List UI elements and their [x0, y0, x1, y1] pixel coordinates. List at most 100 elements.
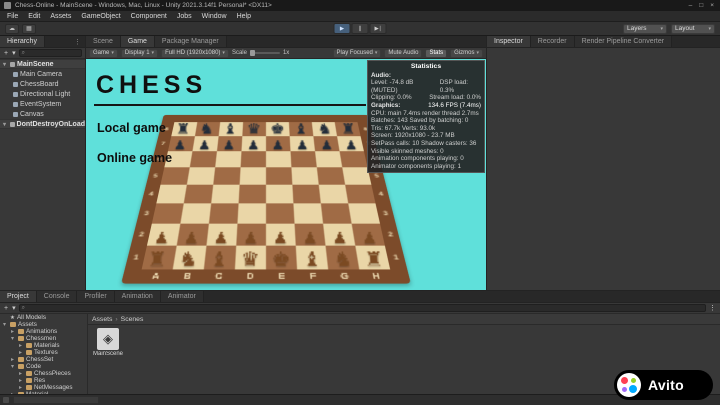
white-p-piece[interactable]: ♟: [184, 229, 200, 247]
close-button[interactable]: ×: [710, 0, 714, 11]
white-p-piece[interactable]: ♟: [154, 229, 170, 247]
hierarchy-item-canvas[interactable]: Canvas: [0, 109, 85, 119]
tab-inspector[interactable]: Inspector: [487, 36, 531, 47]
hierarchy-scene-mainscene[interactable]: ▾ MainScene: [0, 59, 85, 69]
menu-file[interactable]: File: [2, 11, 23, 22]
folder-netmessages[interactable]: ▸ NetMessages: [0, 384, 87, 391]
folder-materials[interactable]: ▸ Materials: [0, 342, 87, 349]
hierarchy-item-main-camera[interactable]: Main Camera: [0, 69, 85, 79]
play-focused-dropdown[interactable]: Play Focused ▾: [332, 48, 382, 58]
game-content[interactable]: CHESS ♜ ♞ ♝ ♛ ♚ ♝ ♞ ♜ ♟ ♟ ♟ ♟ ♟ ♟ ♟ ♟ ♟ ♟ ♟ ♟ ♟ ♟ ♟ ♟ ♜ ♞ ♝ ♛ ♚ ♝ ♞ ♜ A…: [86, 59, 486, 290]
hierarchy-scene-dontdestroyonload[interactable]: ▾ DontDestroyOnLoad: [0, 119, 85, 129]
white-p-piece[interactable]: ♟: [273, 229, 288, 247]
white-p-piece[interactable]: ♟: [362, 229, 378, 247]
foldout-icon[interactable]: ▾: [11, 335, 16, 342]
white-n-piece[interactable]: ♞: [179, 249, 199, 272]
tab-animation[interactable]: Animation: [114, 291, 161, 302]
foldout-icon[interactable]: ▸: [19, 384, 24, 391]
layers-dropdown[interactable]: Layers ▾: [623, 23, 667, 34]
breadcrumb-current[interactable]: Scenes: [121, 316, 144, 323]
folder-code[interactable]: ▾ Code: [0, 363, 87, 370]
status-message[interactable]: [13, 396, 99, 404]
step-button[interactable]: ▶∣: [369, 23, 387, 34]
black-r-piece[interactable]: ♜: [341, 121, 356, 137]
tab-hierarchy[interactable]: Hierarchy: [0, 36, 45, 47]
foldout-icon[interactable]: ▸: [19, 349, 24, 356]
pause-button[interactable]: ∥: [351, 23, 369, 34]
foldout-icon[interactable]: ▾: [3, 121, 8, 128]
black-p-piece[interactable]: ♟: [272, 138, 285, 152]
black-k-piece[interactable]: ♚: [271, 121, 286, 137]
white-b-piece[interactable]: ♝: [210, 249, 229, 272]
hierarchy-item-chessboard[interactable]: ChessBoard: [0, 79, 85, 89]
folder-chessmen[interactable]: ▾ Chessmen: [0, 335, 87, 342]
black-p-piece[interactable]: ♟: [174, 138, 187, 152]
hierarchy-item-directional-light[interactable]: Directional Light: [0, 89, 85, 99]
white-r-piece[interactable]: ♜: [147, 249, 167, 272]
mute-audio-button[interactable]: Mute Audio: [384, 48, 423, 58]
breadcrumb-root[interactable]: Assets: [92, 316, 112, 323]
black-p-piece[interactable]: ♟: [247, 138, 260, 152]
tab-game[interactable]: Game: [120, 36, 155, 47]
black-q-piece[interactable]: ♛: [247, 121, 262, 137]
tab-console[interactable]: Console: [36, 291, 78, 302]
grid-icon[interactable]: ▦: [22, 23, 36, 34]
black-n-piece[interactable]: ♞: [318, 121, 333, 137]
menu-gameobject[interactable]: GameObject: [76, 11, 125, 22]
add-object-button[interactable]: +: [3, 49, 9, 58]
add-asset-button[interactable]: +: [3, 304, 9, 313]
white-p-piece[interactable]: ♟: [332, 229, 348, 247]
console-status-icon[interactable]: [3, 397, 9, 403]
gizmos-dropdown[interactable]: Gizmos ▾: [450, 48, 483, 58]
white-b-piece[interactable]: ♝: [303, 249, 322, 272]
maximize-button[interactable]: □: [699, 0, 703, 11]
foldout-icon[interactable]: ▸: [11, 328, 16, 335]
tab-animator[interactable]: Animator: [160, 291, 204, 302]
panel-menu-icon[interactable]: ⋮: [70, 36, 85, 47]
panel-menu-icon[interactable]: ⋮: [708, 304, 717, 313]
view-mode-dropdown[interactable]: Game ▾: [89, 48, 118, 58]
foldout-icon[interactable]: ▾: [3, 321, 8, 328]
black-r-piece[interactable]: ♜: [176, 121, 191, 137]
black-p-piece[interactable]: ♟: [296, 138, 309, 152]
white-n-piece[interactable]: ♞: [334, 249, 354, 272]
scale-slider[interactable]: [249, 50, 280, 56]
layout-dropdown[interactable]: Layout ▾: [671, 23, 715, 34]
tab-scene[interactable]: Scene: [86, 36, 121, 47]
black-b-piece[interactable]: ♝: [223, 121, 238, 137]
foldout-icon[interactable]: ▸: [19, 370, 24, 377]
menu-component[interactable]: Component: [126, 11, 172, 22]
display-dropdown[interactable]: Display 1 ▾: [120, 48, 159, 58]
menu-edit[interactable]: Edit: [23, 11, 45, 22]
asset-mainscene[interactable]: ◈ MainScene: [93, 328, 123, 357]
folder-chesspieces[interactable]: ▸ ChessPieces: [0, 370, 87, 377]
black-p-piece[interactable]: ♟: [198, 138, 211, 152]
tab-package-manager[interactable]: Package Manager: [154, 36, 227, 47]
game-menu-local-game[interactable]: Local game: [97, 121, 166, 135]
cloud-icon[interactable]: ☁: [5, 23, 19, 34]
menu-window[interactable]: Window: [197, 11, 232, 22]
folder-material[interactable]: ▸ Material: [0, 391, 87, 394]
hierarchy-search[interactable]: ⌕: [18, 49, 82, 57]
foldout-icon[interactable]: ▾: [3, 61, 8, 68]
game-menu-online-game[interactable]: Online game: [97, 151, 172, 165]
hierarchy-item-eventsystem[interactable]: EventSystem: [0, 99, 85, 109]
minimize-button[interactable]: –: [689, 0, 693, 11]
white-p-piece[interactable]: ♟: [243, 229, 258, 247]
project-search[interactable]: ⌕: [18, 304, 706, 312]
folder-animations[interactable]: ▸ Animations: [0, 328, 87, 335]
black-p-piece[interactable]: ♟: [345, 138, 358, 152]
folder-all-models[interactable]: ★ All Models: [0, 314, 87, 321]
folder-chessset[interactable]: ▸ ChessSet: [0, 356, 87, 363]
black-p-piece[interactable]: ♟: [223, 138, 236, 152]
folder-res[interactable]: ▸ Res: [0, 377, 87, 384]
slider-knob[interactable]: [249, 50, 255, 56]
foldout-icon[interactable]: ▸: [11, 356, 16, 363]
white-q-piece[interactable]: ♛: [241, 249, 260, 272]
menu-jobs[interactable]: Jobs: [172, 11, 197, 22]
white-p-piece[interactable]: ♟: [214, 229, 230, 247]
folder-textures[interactable]: ▸ Textures: [0, 349, 87, 356]
white-k-piece[interactable]: ♚: [272, 249, 291, 272]
black-n-piece[interactable]: ♞: [199, 121, 214, 137]
folder-assets[interactable]: ▾ Assets: [0, 321, 87, 328]
